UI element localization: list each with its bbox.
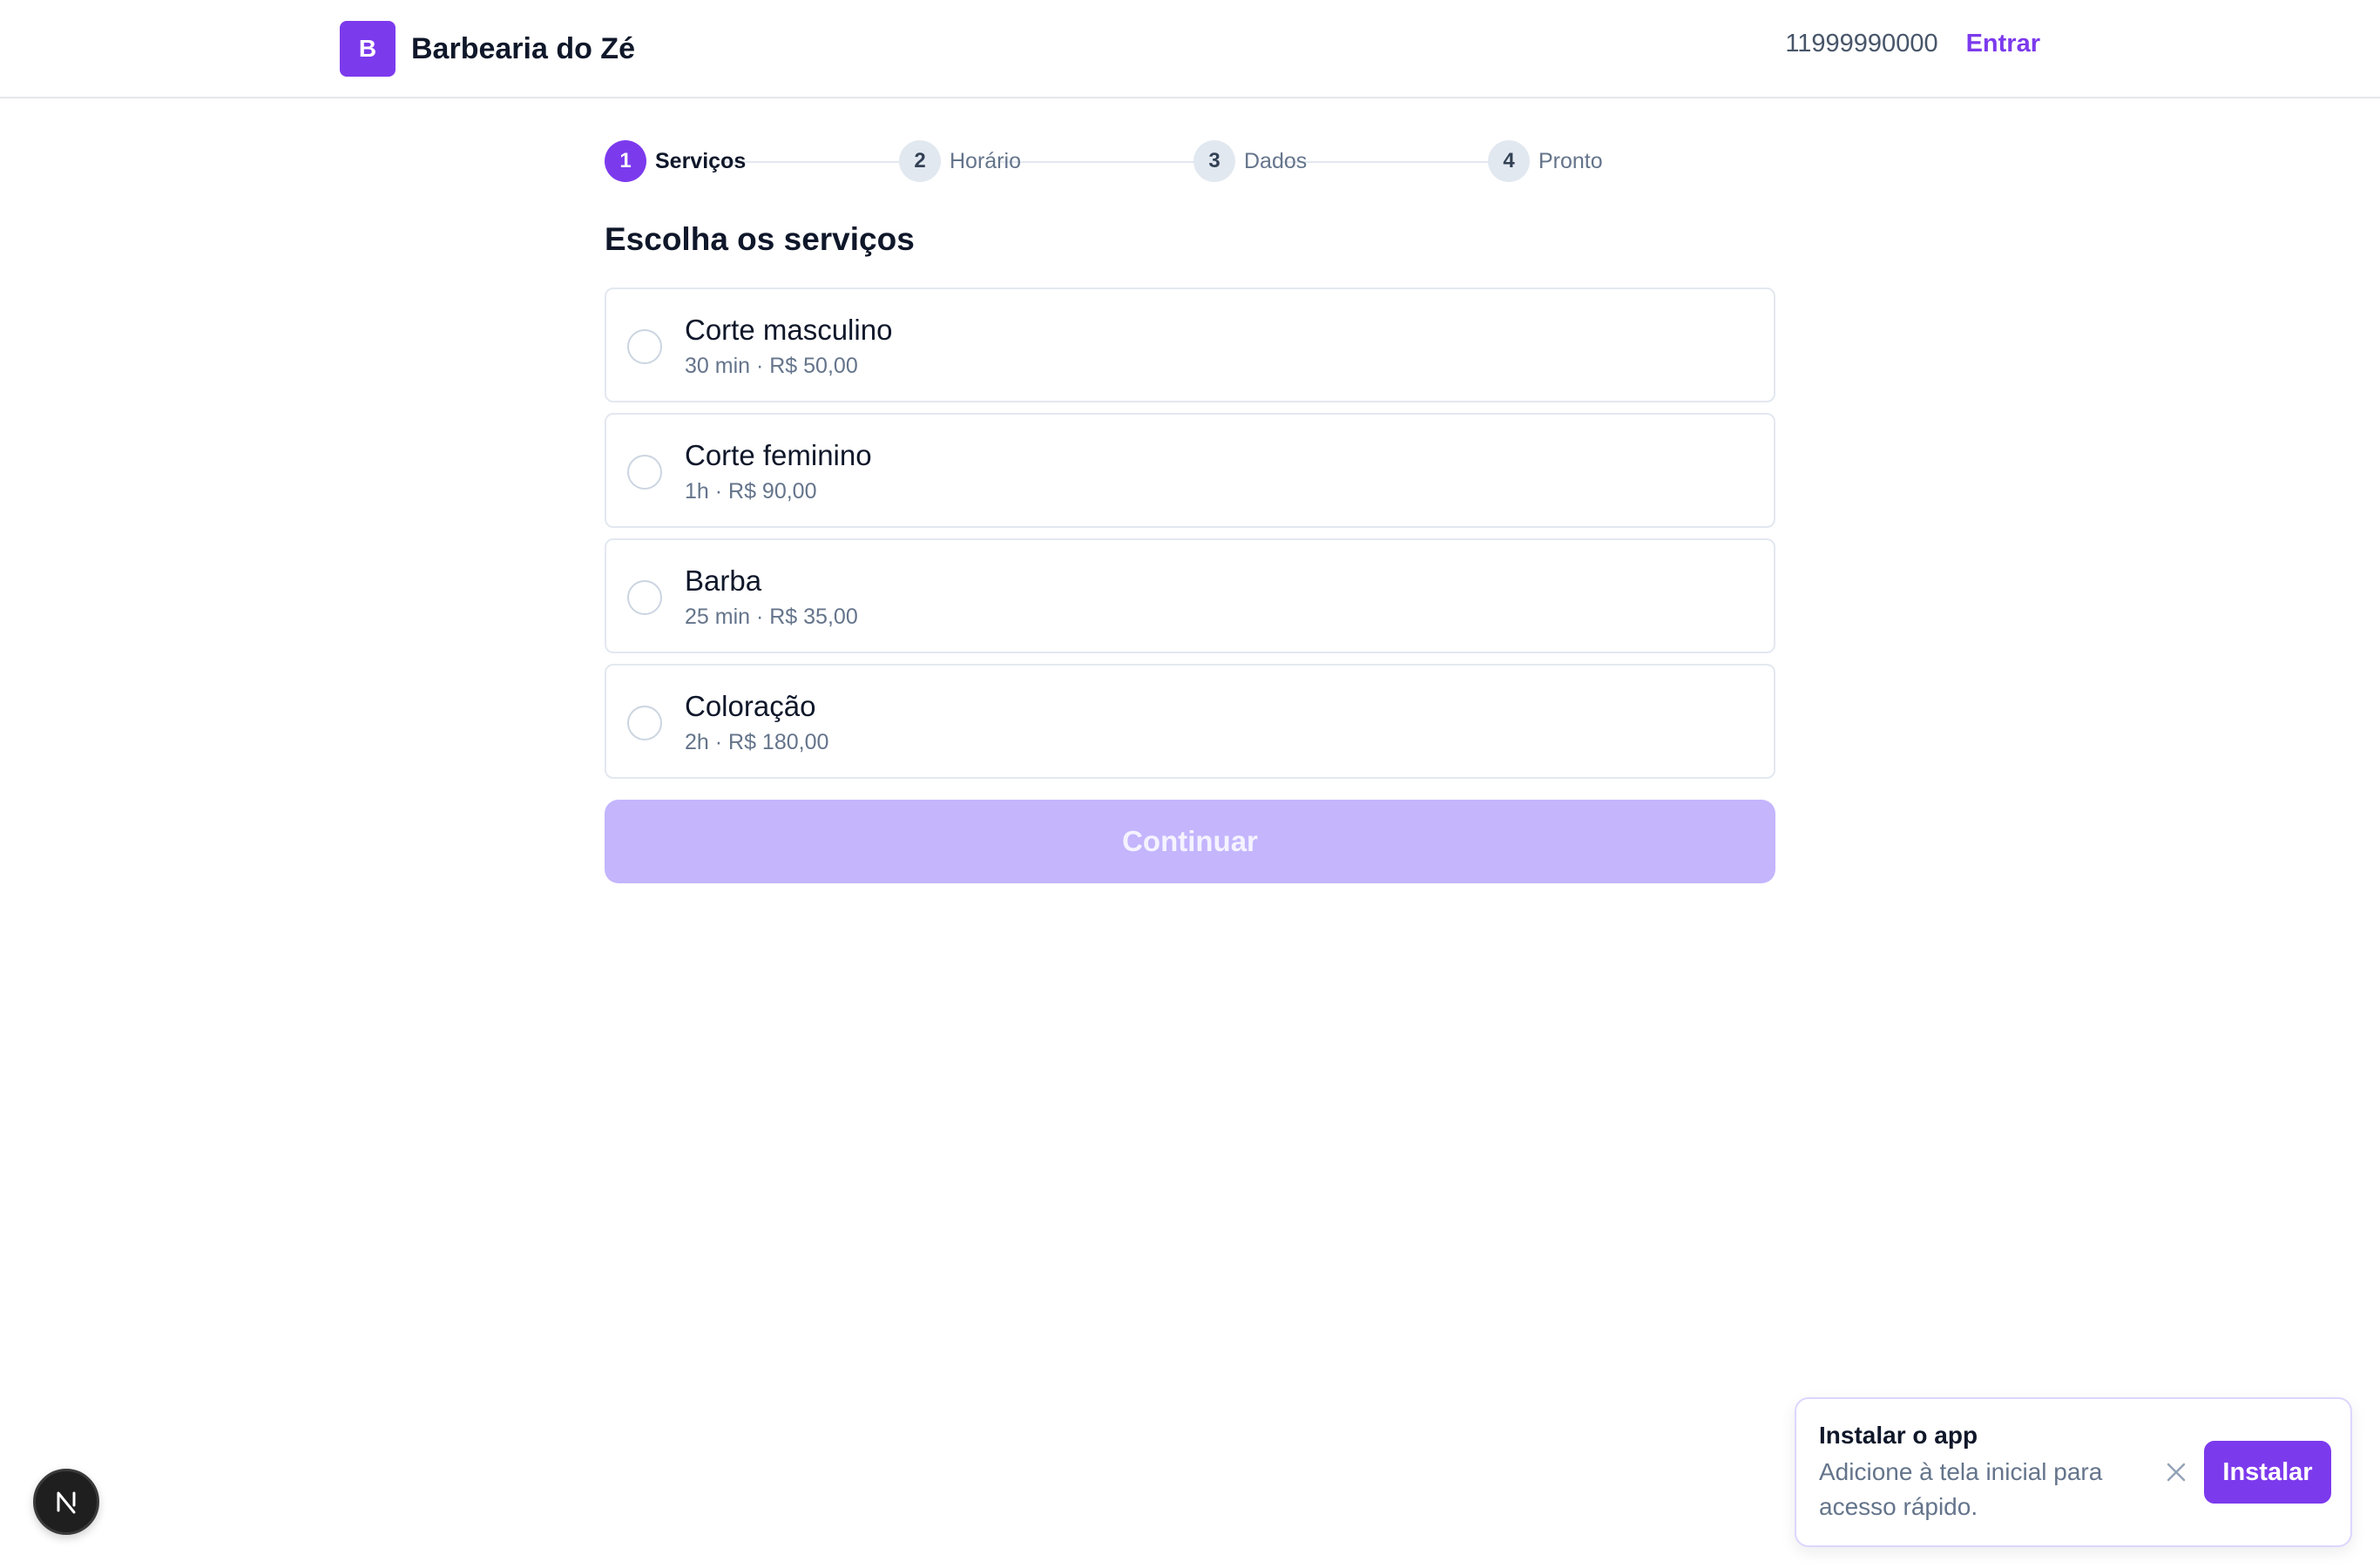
step-label: Serviços bbox=[655, 148, 747, 173]
service-option-barba[interactable]: Barba 25 min · R$ 35,00 bbox=[605, 538, 1775, 653]
continue-button[interactable]: Continuar bbox=[605, 800, 1775, 883]
progress-stepper: 1 Serviços 2 Horário 3 Dados 4 Pronto bbox=[605, 140, 1775, 184]
step-done: 4 Pronto bbox=[1488, 140, 1603, 182]
phone-number: 11999990000 bbox=[1785, 30, 1938, 57]
brand-name: Barbearia do Zé bbox=[411, 31, 635, 65]
service-duration-price: 1h · R$ 90,00 bbox=[685, 479, 817, 504]
service-option-corte-feminino[interactable]: Corte feminino 1h · R$ 90,00 bbox=[605, 413, 1775, 528]
top-header: B Barbearia do Zé 11999990000 Entrar bbox=[0, 0, 2380, 98]
toast-title: Instalar o app bbox=[1819, 1422, 1978, 1449]
close-icon bbox=[2167, 1463, 2186, 1482]
header-actions: 11999990000 Entrar bbox=[1785, 30, 2040, 58]
service-duration-price: 30 min · R$ 50,00 bbox=[685, 354, 858, 378]
brand-logo: B bbox=[340, 21, 396, 77]
step-number: 4 bbox=[1488, 140, 1530, 182]
step-label: Pronto bbox=[1538, 148, 1603, 173]
step-number: 1 bbox=[605, 140, 646, 182]
step-connector bbox=[998, 161, 1221, 163]
step-label: Horário bbox=[950, 148, 1021, 173]
service-option-coloracao[interactable]: Coloração 2h · R$ 180,00 bbox=[605, 664, 1775, 779]
service-name: Corte feminino bbox=[685, 439, 872, 471]
page-title: Escolha os serviços bbox=[605, 221, 915, 257]
service-list: Corte masculino 30 min · R$ 50,00 Corte … bbox=[605, 287, 1775, 789]
service-name: Corte masculino bbox=[685, 314, 893, 346]
radio-button[interactable] bbox=[627, 580, 662, 615]
service-duration-price: 25 min · R$ 35,00 bbox=[685, 605, 858, 629]
radio-button[interactable] bbox=[627, 329, 662, 364]
step-schedule: 2 Horário bbox=[899, 140, 1021, 182]
radio-button[interactable] bbox=[627, 455, 662, 490]
toast-message: Adicione à tela inicial para acesso rápi… bbox=[1819, 1458, 2103, 1520]
service-option-corte-masculino[interactable]: Corte masculino 30 min · R$ 50,00 bbox=[605, 287, 1775, 402]
step-number: 2 bbox=[899, 140, 941, 182]
close-icon[interactable] bbox=[2159, 1455, 2194, 1490]
service-name: Coloração bbox=[685, 690, 816, 722]
step-connector bbox=[1282, 161, 1511, 163]
n-logo-icon bbox=[57, 1491, 76, 1514]
nextjs-dev-badge[interactable] bbox=[33, 1469, 99, 1535]
install-app-toast: Instalar o app Adicione à tela inicial p… bbox=[1795, 1397, 2352, 1547]
booking-page: B Barbearia do Zé 11999990000 Entrar 1 S… bbox=[0, 0, 2380, 1568]
brand[interactable]: B Barbearia do Zé bbox=[340, 21, 635, 77]
radio-button[interactable] bbox=[627, 706, 662, 740]
step-label: Dados bbox=[1244, 148, 1308, 173]
service-duration-price: 2h · R$ 180,00 bbox=[685, 730, 829, 754]
service-name: Barba bbox=[685, 564, 762, 597]
install-button[interactable]: Instalar bbox=[2204, 1441, 2331, 1504]
step-services: 1 Serviços bbox=[605, 140, 746, 182]
step-details: 3 Dados bbox=[1193, 140, 1307, 182]
step-number: 3 bbox=[1193, 140, 1235, 182]
login-link[interactable]: Entrar bbox=[1966, 30, 2040, 58]
